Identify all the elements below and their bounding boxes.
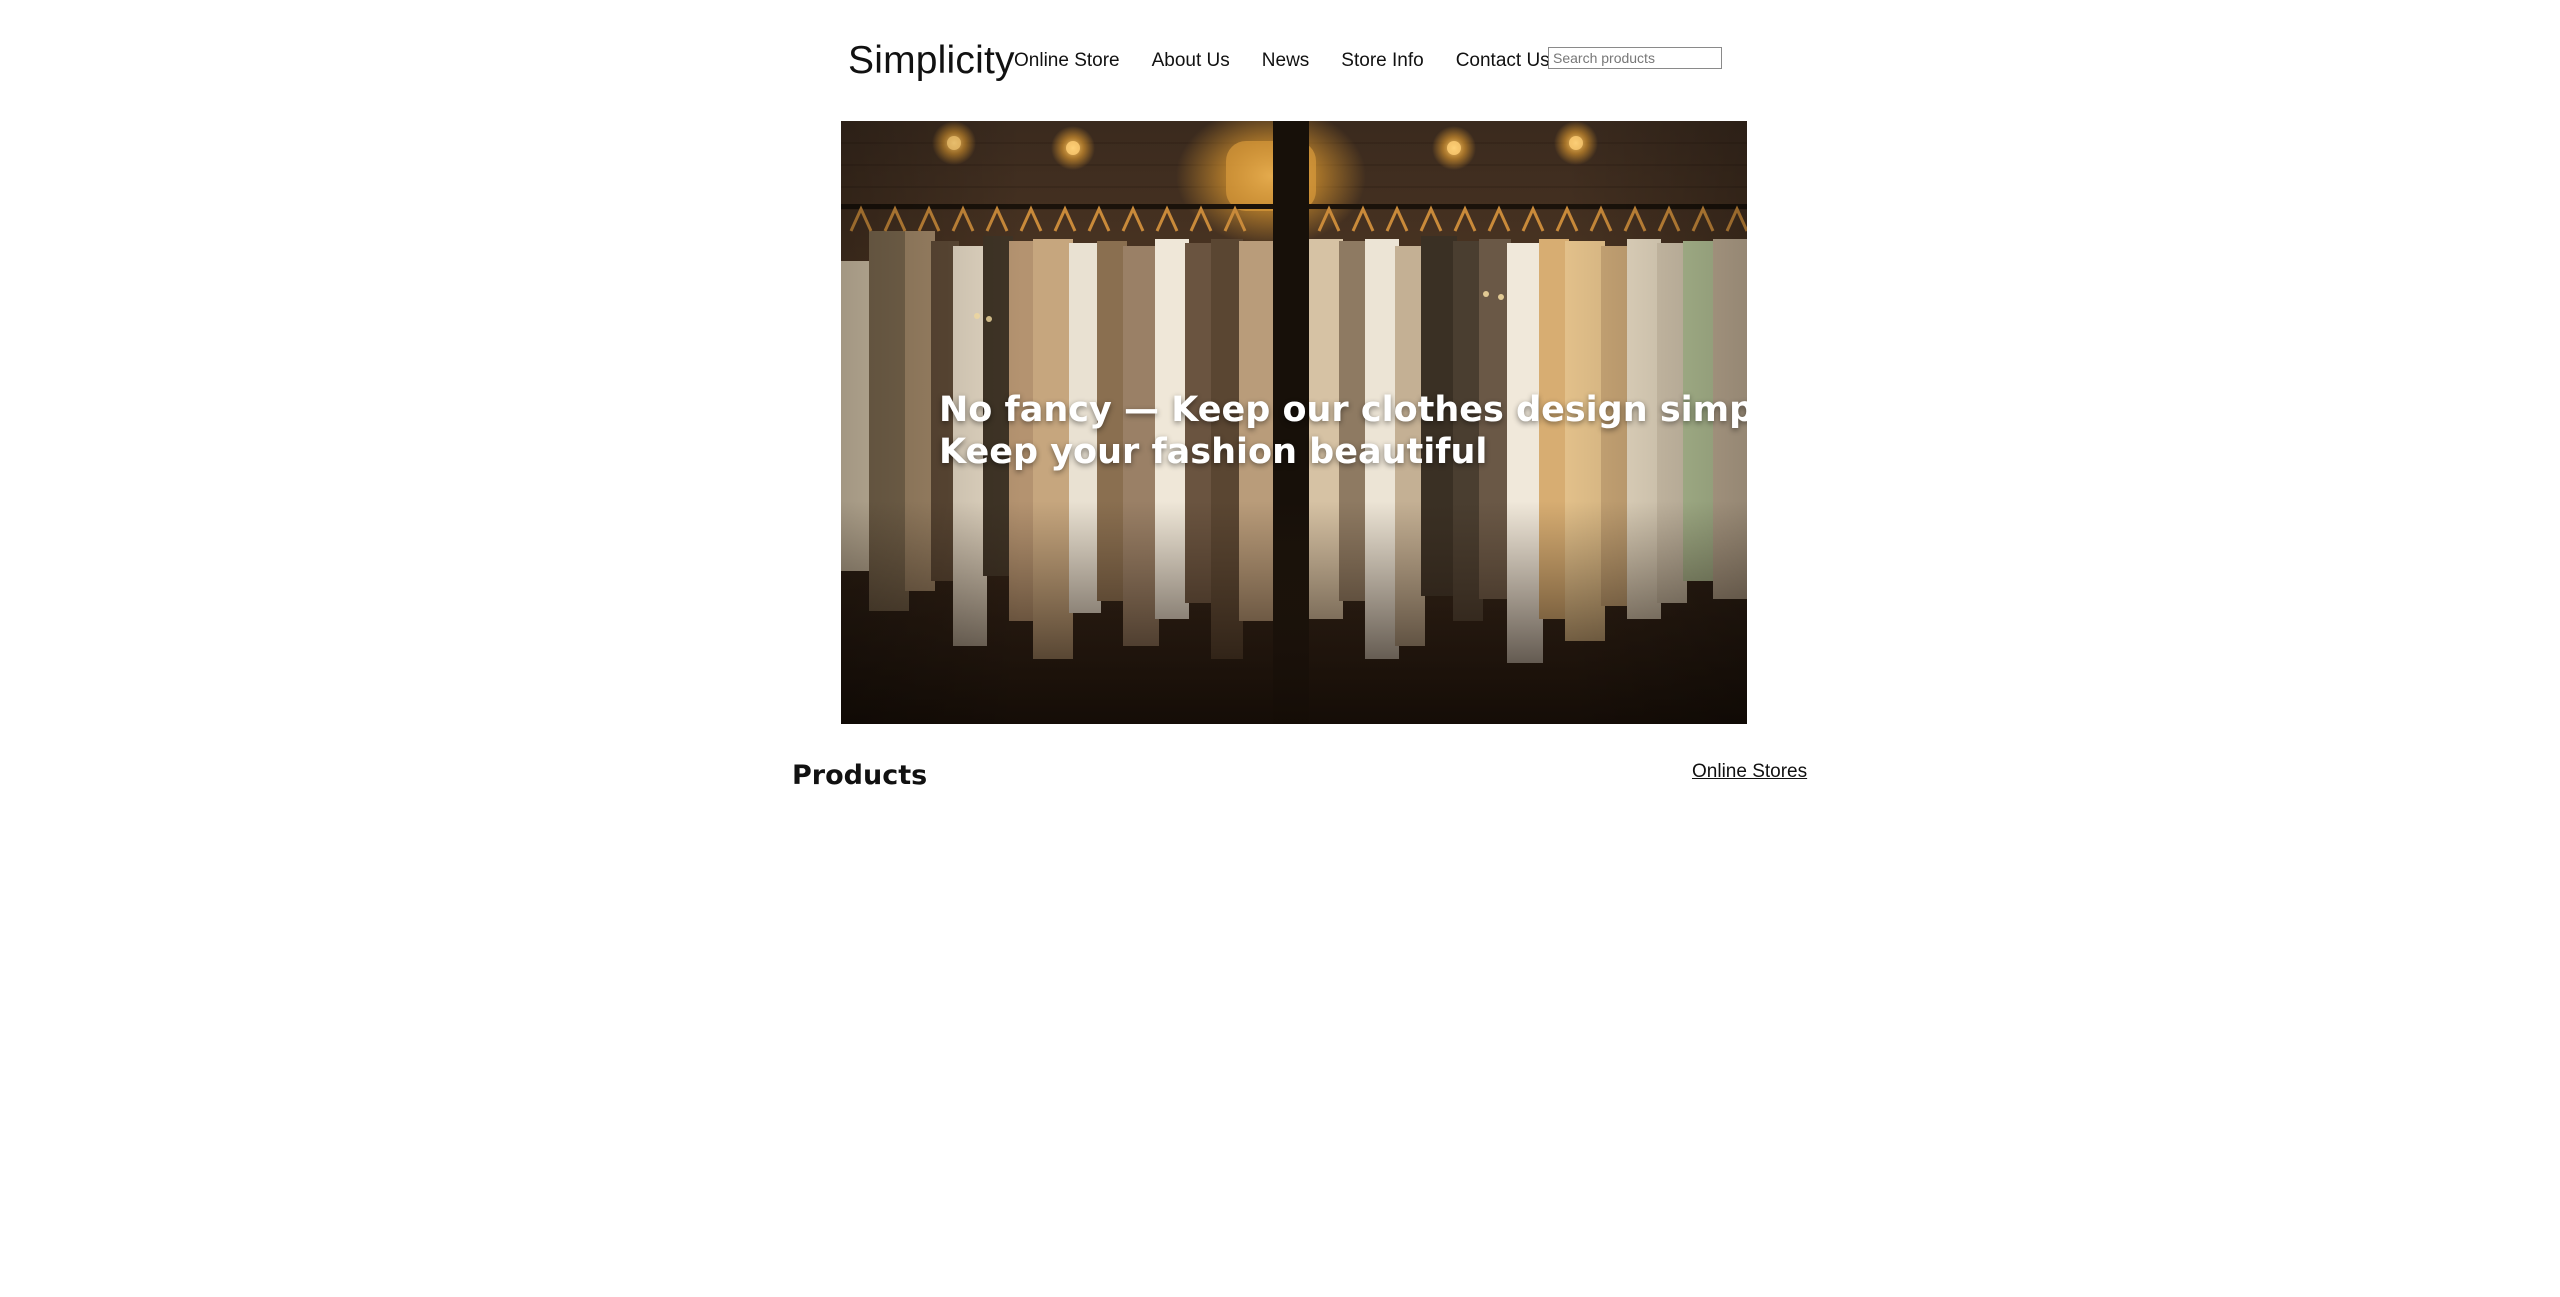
- hero-banner: No fancy — Keep our clothes design simpl…: [841, 121, 1747, 724]
- nav-contact-us[interactable]: Contact Us: [1456, 46, 1550, 76]
- online-stores-link[interactable]: Online Stores: [1692, 759, 1807, 785]
- nav-store-info[interactable]: Store Info: [1341, 46, 1423, 76]
- hero-tagline-line-1: No fancy — Keep our clothes design simpl…: [939, 390, 1747, 430]
- search-input[interactable]: [1548, 47, 1722, 69]
- brand-logo[interactable]: Simplicity: [848, 34, 1015, 88]
- nav-news[interactable]: News: [1262, 46, 1310, 76]
- page: Simplicity Online Store About Us News St…: [0, 0, 2560, 1297]
- products-heading: Products: [792, 760, 928, 791]
- nav-about-us[interactable]: About Us: [1152, 46, 1230, 76]
- hero-tagline: No fancy — Keep our clothes design simpl…: [939, 389, 1747, 473]
- hero-tagline-line-2: Keep your fashion beautiful: [939, 432, 1488, 472]
- nav-online-store[interactable]: Online Store: [1014, 46, 1120, 76]
- main-nav: Online Store About Us News Store Info Co…: [1014, 46, 1582, 76]
